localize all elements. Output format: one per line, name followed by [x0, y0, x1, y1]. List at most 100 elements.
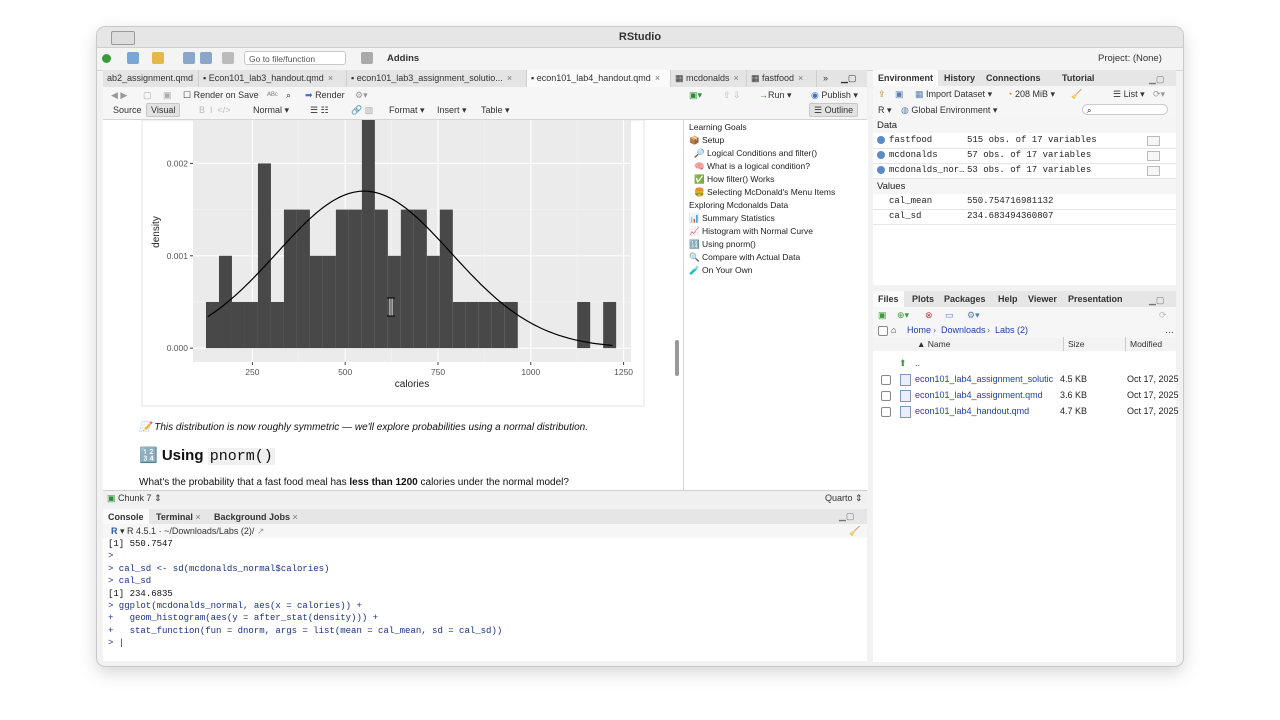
search-icon[interactable]: ⌕ [286, 88, 291, 102]
column-name[interactable]: ▲ Name [917, 337, 950, 351]
close-icon[interactable]: × [507, 73, 512, 83]
tab-console[interactable]: Console [103, 509, 149, 525]
outline-item[interactable]: 📦 Setup [689, 134, 724, 146]
insert-chunk-icon[interactable]: ▣▾ [689, 88, 702, 102]
go-to-dir-icon[interactable]: ↗ [257, 526, 265, 536]
close-icon[interactable]: × [798, 73, 803, 83]
file-row[interactable]: econ101_lab4_handout.qmd 4.7 KB Oct 17, 20… [873, 403, 1179, 419]
tab-connections[interactable]: Connections [981, 70, 1046, 86]
close-icon[interactable]: × [293, 512, 298, 522]
outline-item[interactable]: 🔎 Logical Conditions and filter() [694, 147, 817, 159]
parent-dir-row[interactable]: ⬆.. [873, 355, 1176, 371]
env-row[interactable]: cal_mean 550.754716981132 [873, 194, 1176, 210]
home-icon[interactable]: ⌂ [891, 323, 896, 337]
run-button[interactable]: →Run ▾ [759, 88, 792, 102]
file-checkbox[interactable] [881, 391, 891, 401]
more-options-icon[interactable]: … [1165, 323, 1174, 337]
close-icon[interactable]: × [328, 73, 333, 83]
breadcrumb-home[interactable]: Home [907, 323, 931, 337]
env-row[interactable]: mcdonalds 57 obs. of 17 variables [873, 148, 1176, 164]
minimize-pane-icon[interactable]: ▁▢ [839, 511, 854, 522]
expand-icon[interactable] [877, 136, 885, 144]
tab-ab2-assignment[interactable]: ab2_assignment.qmd [103, 70, 199, 87]
column-modified[interactable]: Modified [1125, 337, 1162, 351]
tab-packages[interactable]: Packages [939, 291, 991, 307]
tab-help[interactable]: Help [993, 291, 1023, 307]
addins-menu[interactable]: Addins [387, 52, 419, 66]
save-all-icon[interactable] [200, 52, 212, 66]
document-editor[interactable]: 250 500 750 1000 1250 0.000 0.001 0.002 calorie… [103, 120, 683, 490]
file-checkbox[interactable] [881, 407, 891, 417]
print-icon[interactable] [222, 52, 234, 66]
minimize-pane-icon[interactable]: ▁▢ [1149, 74, 1164, 85]
doc-type-menu[interactable]: Quarto ⇕ [825, 491, 863, 505]
view-table-icon[interactable] [1147, 136, 1160, 146]
save-workspace-icon[interactable]: ▣ [895, 87, 904, 101]
new-blank-file-icon[interactable]: ⊕▾ [897, 308, 909, 322]
outline-item[interactable]: 📈 Histogram with Normal Curve [689, 225, 813, 237]
new-folder-icon[interactable]: ▣ [878, 308, 887, 322]
show-in-window-icon[interactable]: ▢ [143, 88, 152, 102]
language-menu[interactable]: R ▾ [878, 103, 892, 117]
load-workspace-icon[interactable]: ⇪ [878, 87, 886, 101]
close-icon[interactable]: × [734, 73, 739, 83]
file-row[interactable]: econ101_lab4_assignment.qmd 3.6 KB Oct 17,… [873, 387, 1179, 403]
scope-menu[interactable]: ◍ Global Environment ▾ [901, 103, 997, 117]
tab-mcdonalds[interactable]: ▦ mcdonalds × [671, 70, 747, 87]
refresh-icon[interactable]: ⟳▾ [1153, 87, 1165, 101]
open-file-icon[interactable] [152, 52, 164, 66]
import-dataset-menu[interactable]: ▦ Import Dataset ▾ [915, 87, 992, 101]
breadcrumb-labs[interactable]: Labs (2) [995, 323, 1028, 337]
console-prompt[interactable]: > | [103, 637, 867, 649]
spellcheck-icon[interactable]: ᴬᴮᶜ [267, 88, 278, 102]
outline-item[interactable]: Exploring Mcdonalds Data [689, 199, 788, 211]
outline-item[interactable]: 🍔 Selecting McDonald's Menu Items [694, 186, 835, 198]
view-mode-menu[interactable]: ☰ List ▾ [1113, 87, 1145, 101]
tab-terminal[interactable]: Terminal × [151, 509, 206, 525]
view-table-icon[interactable] [1147, 151, 1160, 161]
expand-icon[interactable] [877, 151, 885, 159]
save-doc-icon[interactable]: ▣ [163, 88, 172, 102]
environment-search-input[interactable]: ⌕ [1082, 104, 1168, 115]
link-image-icons[interactable]: 🔗 ▨ [351, 103, 373, 117]
chunk-nav-icon[interactable]: ⇧ ⇩ [723, 88, 741, 102]
tab-fastfood[interactable]: ▦ fastfood × [747, 70, 817, 87]
tab-viewer[interactable]: Viewer [1023, 291, 1062, 307]
more-gear-icon[interactable]: ⚙▾ [967, 308, 980, 322]
settings-gear-icon[interactable]: ⚙▾ [355, 88, 368, 102]
expand-icon[interactable] [877, 166, 885, 174]
tab-background-jobs[interactable]: Background Jobs × [209, 509, 303, 525]
visual-mode-button[interactable]: Visual [146, 103, 181, 117]
tab-environment[interactable]: Environment [873, 70, 939, 86]
new-file-icon[interactable] [102, 52, 111, 66]
new-project-icon[interactable] [127, 52, 139, 66]
column-size[interactable]: Size [1063, 337, 1085, 351]
file-checkbox[interactable] [881, 375, 891, 385]
clear-workspace-icon[interactable]: 🧹 [1071, 87, 1082, 101]
refresh-files-icon[interactable]: ⟳ [1159, 308, 1167, 322]
style-dropdown[interactable]: Normal ▾ [253, 103, 289, 117]
tab-history[interactable]: History [939, 70, 980, 86]
project-menu[interactable]: Project: (None) [1098, 52, 1162, 66]
clear-console-icon[interactable]: 🧹 [849, 524, 860, 538]
env-row[interactable]: cal_sd 234.683494360807 [873, 209, 1176, 225]
save-icon[interactable] [183, 52, 195, 66]
publish-button[interactable]: ◉ Publish ▾ [811, 88, 858, 102]
select-all-checkbox[interactable] [878, 326, 888, 336]
editor-scrollbar[interactable] [675, 340, 679, 376]
go-to-file-input[interactable]: Go to file/function [244, 51, 346, 65]
render-button[interactable]: ➡ Render [305, 88, 345, 102]
tab-lab4-handout[interactable]: ▪ econ101_lab4_handout.qmd × [527, 70, 671, 87]
env-row[interactable]: fastfood 515 obs. of 17 variables [873, 133, 1176, 149]
close-icon[interactable]: × [195, 512, 200, 522]
breadcrumb-downloads[interactable]: Downloads [941, 323, 986, 337]
console-path[interactable]: ~/Downloads/Labs (2)/ [164, 526, 254, 536]
outline-item[interactable]: ✅ How filter() Works [694, 173, 774, 185]
render-on-save-checkbox[interactable]: ☐ Render on Save [183, 88, 259, 102]
outline-item[interactable]: 🔍 Compare with Actual Data [689, 251, 800, 263]
format-icons[interactable]: B I </> [199, 103, 231, 117]
outline-item[interactable]: Learning Goals [689, 121, 747, 133]
view-table-icon[interactable] [1147, 166, 1160, 176]
outline-item[interactable]: 🔢 Using pnorm() [689, 238, 756, 250]
grid-layout-icon[interactable] [361, 52, 373, 66]
